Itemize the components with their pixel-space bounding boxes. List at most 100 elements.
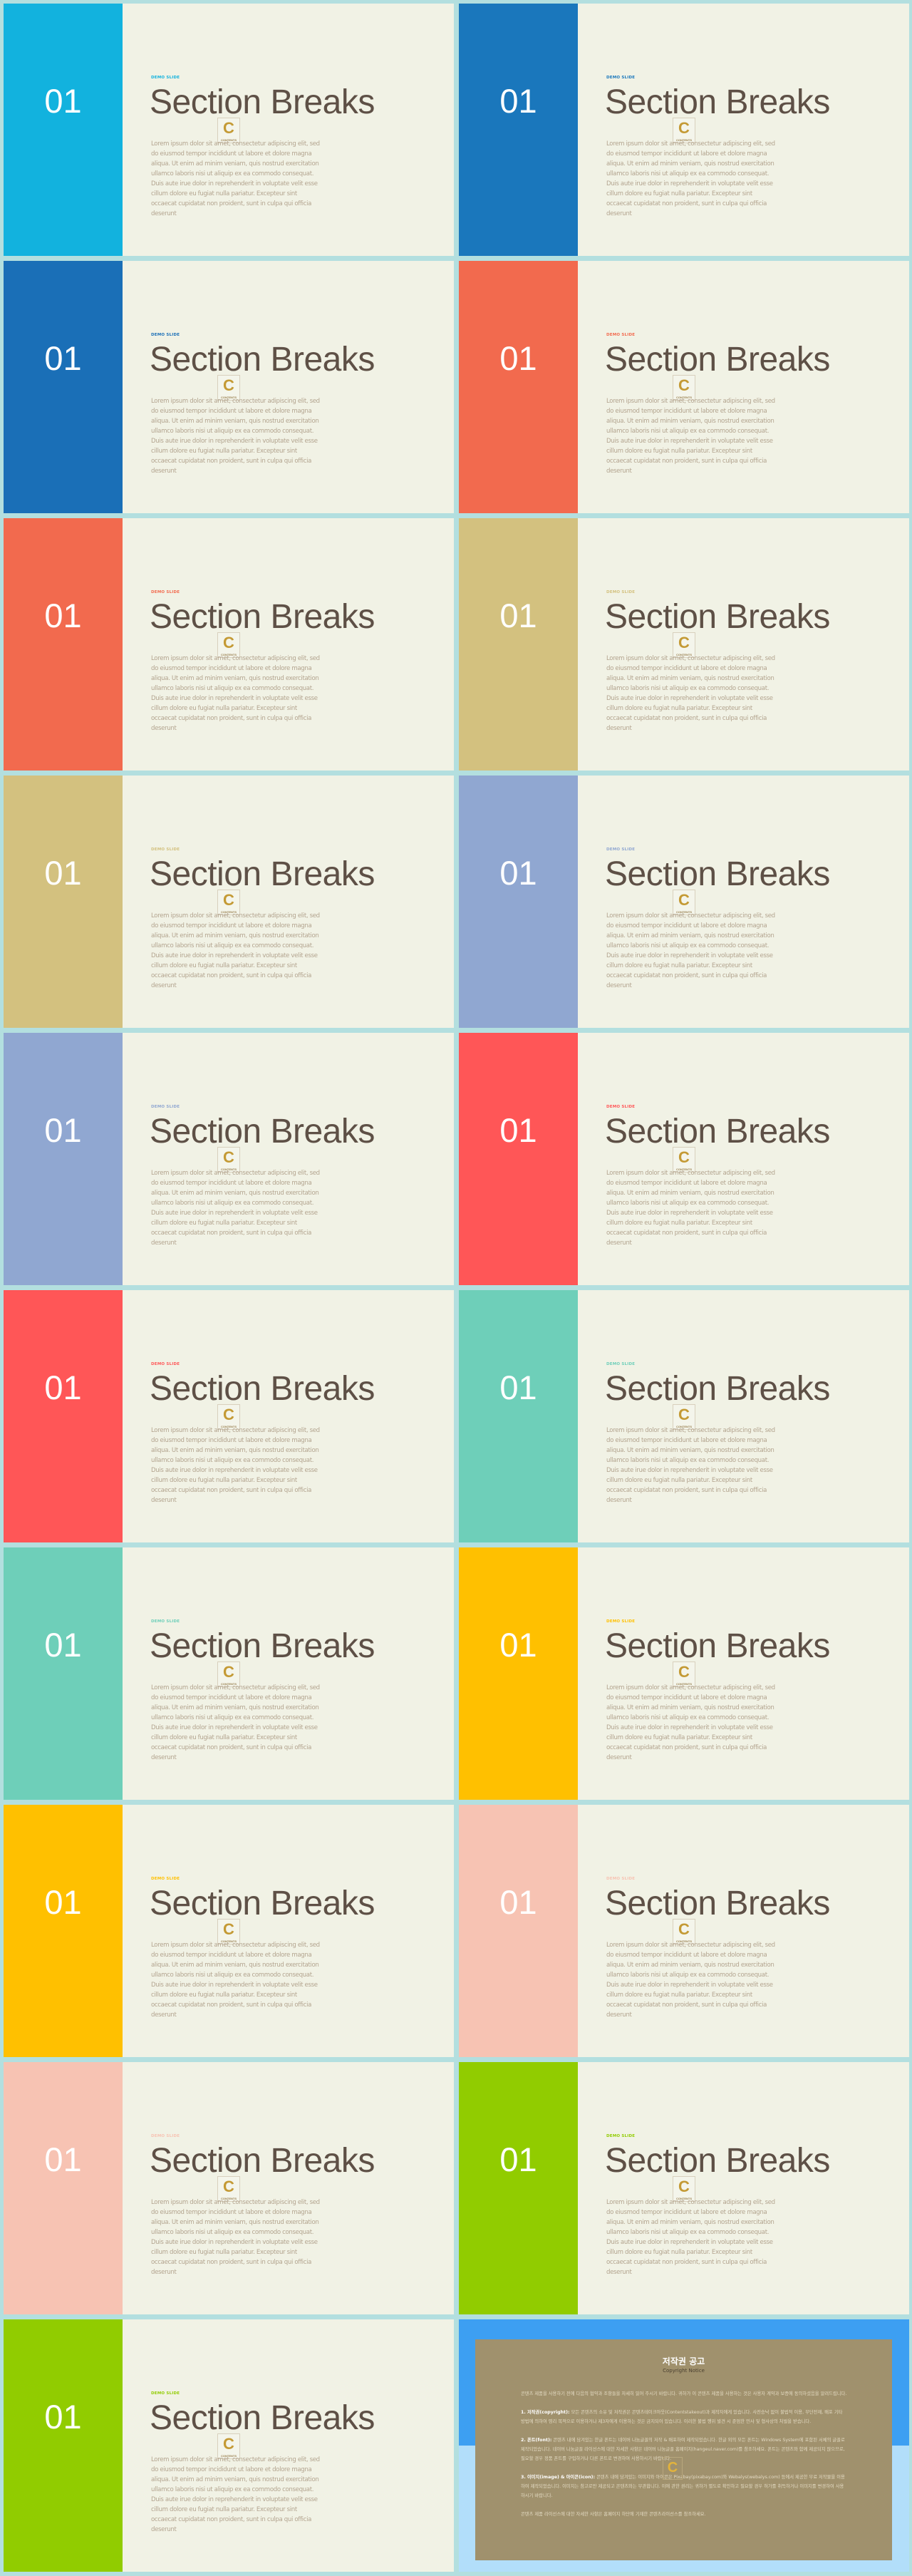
slide-thumbnail[interactable]: 01 DEMO SLIDE Section Breaks C CONTENTS Lorem… xyxy=(459,518,909,771)
slide-body-text: Lorem ipsum dolor sit amet, consectetur … xyxy=(606,1684,775,1761)
slide-label: DEMO SLIDE xyxy=(151,2134,180,2138)
slide-title: Section Breaks xyxy=(150,341,375,378)
slide-label: DEMO SLIDE xyxy=(606,2134,636,2138)
notice-intro: 콘텐츠 제품을 사용하기 전에 다음의 협약과 조항들을 자세히 읽어 주시기 … xyxy=(521,2391,847,2396)
section-number: 01 xyxy=(44,1626,82,1664)
slide-label: DEMO SLIDE xyxy=(151,1105,180,1109)
slide-thumbnail[interactable]: 01 DEMO SLIDE Section Breaks C CONTENTS Lorem… xyxy=(4,2319,454,2572)
slide-title: Section Breaks xyxy=(150,1113,375,1150)
slide-body-text: Lorem ipsum dolor sit amet, consectetur … xyxy=(151,2456,320,2533)
section-number: 01 xyxy=(499,82,537,120)
section-number: 01 xyxy=(44,1111,82,1149)
slide-label: DEMO SLIDE xyxy=(151,847,180,852)
section-number: 01 xyxy=(44,597,82,634)
slide-thumbnail[interactable]: 01 DEMO SLIDE Section Breaks C CONTENTS Lorem… xyxy=(459,1547,909,1800)
slide-label: DEMO SLIDE xyxy=(606,1877,636,1881)
slide-thumbnail[interactable]: 01 DEMO SLIDE Section Breaks C CONTENTS Lorem… xyxy=(4,4,454,256)
watermark-logo-icon: C xyxy=(663,2457,683,2480)
slide-title: Section Breaks xyxy=(605,1885,830,1922)
section-color-block xyxy=(459,2062,578,2314)
slide-label: DEMO SLIDE xyxy=(151,76,180,80)
slide-title: Section Breaks xyxy=(150,855,375,893)
section-color-block xyxy=(4,1547,123,1800)
slide-body-text: Lorem ipsum dolor sit amet, consectetur … xyxy=(606,2199,775,2276)
slide-title: Section Breaks xyxy=(605,341,830,378)
slide-thumbnail[interactable]: 01 DEMO SLIDE Section Breaks C CONTENTS Lorem… xyxy=(4,261,454,513)
notice-item-heading: 2. 폰트(font): xyxy=(521,2438,552,2443)
slide-title: Section Breaks xyxy=(150,83,375,121)
slide-thumbnail[interactable]: 01 DEMO SLIDE Section Breaks C CONTENTS Lorem… xyxy=(459,2062,909,2314)
slide-thumbnail[interactable]: 01 DEMO SLIDE Section Breaks C CONTENTS Lorem… xyxy=(4,2062,454,2314)
notice-subtitle: Copyright Notice xyxy=(663,2368,705,2374)
section-color-block xyxy=(459,518,578,771)
section-color-block xyxy=(459,1805,578,2057)
slide-body-text: Lorem ipsum dolor sit amet, consectetur … xyxy=(151,140,320,217)
slide-title: Section Breaks xyxy=(605,83,830,121)
copyright-notice-slide[interactable]: 저작권 공고 Copyright Notice 콘텐츠 제품을 사용하기 전에 다음… xyxy=(459,2319,909,2572)
section-color-block xyxy=(4,518,123,771)
slide-label: DEMO SLIDE xyxy=(606,1619,636,1624)
notice-footer: 콘텐츠 제품 라이선스에 대한 자세한 사항은 홈페이지 하단에 기재한 콘텐츠… xyxy=(521,2512,706,2517)
slide-thumbnail[interactable]: 01 DEMO SLIDE Section Breaks C CONTENTS Lorem… xyxy=(4,518,454,771)
section-color-block xyxy=(4,261,123,513)
slide-label: DEMO SLIDE xyxy=(606,76,636,80)
section-color-block xyxy=(459,1033,578,1285)
slide-title: Section Breaks xyxy=(605,1113,830,1150)
slide-body-text: Lorem ipsum dolor sit amet, consectetur … xyxy=(151,655,320,732)
slide-body-text: Lorem ipsum dolor sit amet, consectetur … xyxy=(606,912,775,989)
slide-thumbnail[interactable]: 01 DEMO SLIDE Section Breaks C CONTENTS Lorem… xyxy=(4,776,454,1028)
section-color-block xyxy=(459,776,578,1028)
slide-thumbnail[interactable]: 01 DEMO SLIDE Section Breaks C CONTENTS Lorem… xyxy=(459,776,909,1028)
section-number: 01 xyxy=(499,1369,537,1406)
slide-thumbnail[interactable]: 01 DEMO SLIDE Section Breaks C CONTENTS Lorem… xyxy=(459,1805,909,2057)
slide-thumbnail[interactable]: 01 DEMO SLIDE Section Breaks C CONTENTS Lorem… xyxy=(4,1805,454,2057)
slide-body-text: Lorem ipsum dolor sit amet, consectetur … xyxy=(606,1427,775,1504)
section-number: 01 xyxy=(499,1883,537,1921)
section-number: 01 xyxy=(499,339,537,377)
slide-thumbnail[interactable]: 01 DEMO SLIDE Section Breaks C CONTENTS Lorem… xyxy=(4,1290,454,1542)
slide-label: DEMO SLIDE xyxy=(606,1105,636,1109)
notice-item: 3. 이미지(image) & 아이콘(icon): 콘텐츠 내에 담겨있는 이… xyxy=(521,2473,847,2500)
section-number: 01 xyxy=(499,1626,537,1664)
section-color-block xyxy=(459,4,578,256)
slide-body-text: Lorem ipsum dolor sit amet, consectetur … xyxy=(606,1170,775,1247)
slide-body-text: Lorem ipsum dolor sit amet, consectetur … xyxy=(151,912,320,989)
slide-label: DEMO SLIDE xyxy=(151,590,180,594)
slide-label: DEMO SLIDE xyxy=(606,333,636,337)
slide-title: Section Breaks xyxy=(150,1885,375,1922)
slide-label: DEMO SLIDE xyxy=(606,847,636,852)
slide-label: DEMO SLIDE xyxy=(606,1362,636,1366)
slide-thumbnail[interactable]: 01 DEMO SLIDE Section Breaks C CONTENTS Lorem… xyxy=(459,1033,909,1285)
slide-title: Section Breaks xyxy=(605,855,830,893)
slide-thumbnail[interactable]: 01 DEMO SLIDE Section Breaks C CONTENTS Lorem… xyxy=(459,4,909,256)
section-color-block xyxy=(4,1033,123,1285)
slide-body-text: Lorem ipsum dolor sit amet, consectetur … xyxy=(151,1170,320,1247)
notice-item-heading: 1. 저작권(copyright): xyxy=(521,2410,570,2415)
section-number: 01 xyxy=(44,339,82,377)
slide-thumbnail[interactable]: 01 DEMO SLIDE Section Breaks C CONTENTS Lorem… xyxy=(459,1290,909,1542)
slide-body-text: Lorem ipsum dolor sit amet, consectetur … xyxy=(151,2199,320,2276)
notice-item-heading: 3. 이미지(image) & 아이콘(icon): xyxy=(521,2475,596,2480)
section-color-block xyxy=(4,4,123,256)
section-number: 01 xyxy=(44,1883,82,1921)
slide-thumbnail[interactable]: 01 DEMO SLIDE Section Breaks C CONTENTS Lorem… xyxy=(459,261,909,513)
slide-body-text: Lorem ipsum dolor sit amet, consectetur … xyxy=(606,655,775,732)
section-number: 01 xyxy=(499,1111,537,1149)
notice-item-text: 모든 콘텐츠의 소유 및 저작권은 콘텐츠테이크아웃(Contentstakeo… xyxy=(521,2410,843,2424)
slide-body-text: Lorem ipsum dolor sit amet, consectetur … xyxy=(606,1942,775,2019)
section-color-block xyxy=(459,1290,578,1542)
slide-label: DEMO SLIDE xyxy=(606,590,636,594)
section-number: 01 xyxy=(44,2140,82,2178)
section-color-block xyxy=(4,2062,123,2314)
notice-title: 저작권 공고 xyxy=(662,2356,705,2366)
notice-item: 1. 저작권(copyright): 모든 콘텐츠의 소유 및 저작권은 콘텐츠… xyxy=(521,2408,847,2426)
slide-thumbnail[interactable]: 01 DEMO SLIDE Section Breaks C CONTENTS Lorem… xyxy=(4,1547,454,1800)
slide-body-text: Lorem ipsum dolor sit amet, consectetur … xyxy=(151,1427,320,1504)
slide-title: Section Breaks xyxy=(605,598,830,636)
section-color-block xyxy=(4,1290,123,1542)
slide-body-text: Lorem ipsum dolor sit amet, consectetur … xyxy=(606,140,775,217)
slide-title: Section Breaks xyxy=(605,1370,830,1408)
notice-item-text: 콘텐츠 내에 담겨있는 한글 폰트는 네이버 나눔글꼴의 저작 & 배포하여 제… xyxy=(521,2438,845,2461)
section-color-block xyxy=(459,1547,578,1800)
slide-thumbnail[interactable]: 01 DEMO SLIDE Section Breaks C CONTENTS Lorem… xyxy=(4,1033,454,1285)
